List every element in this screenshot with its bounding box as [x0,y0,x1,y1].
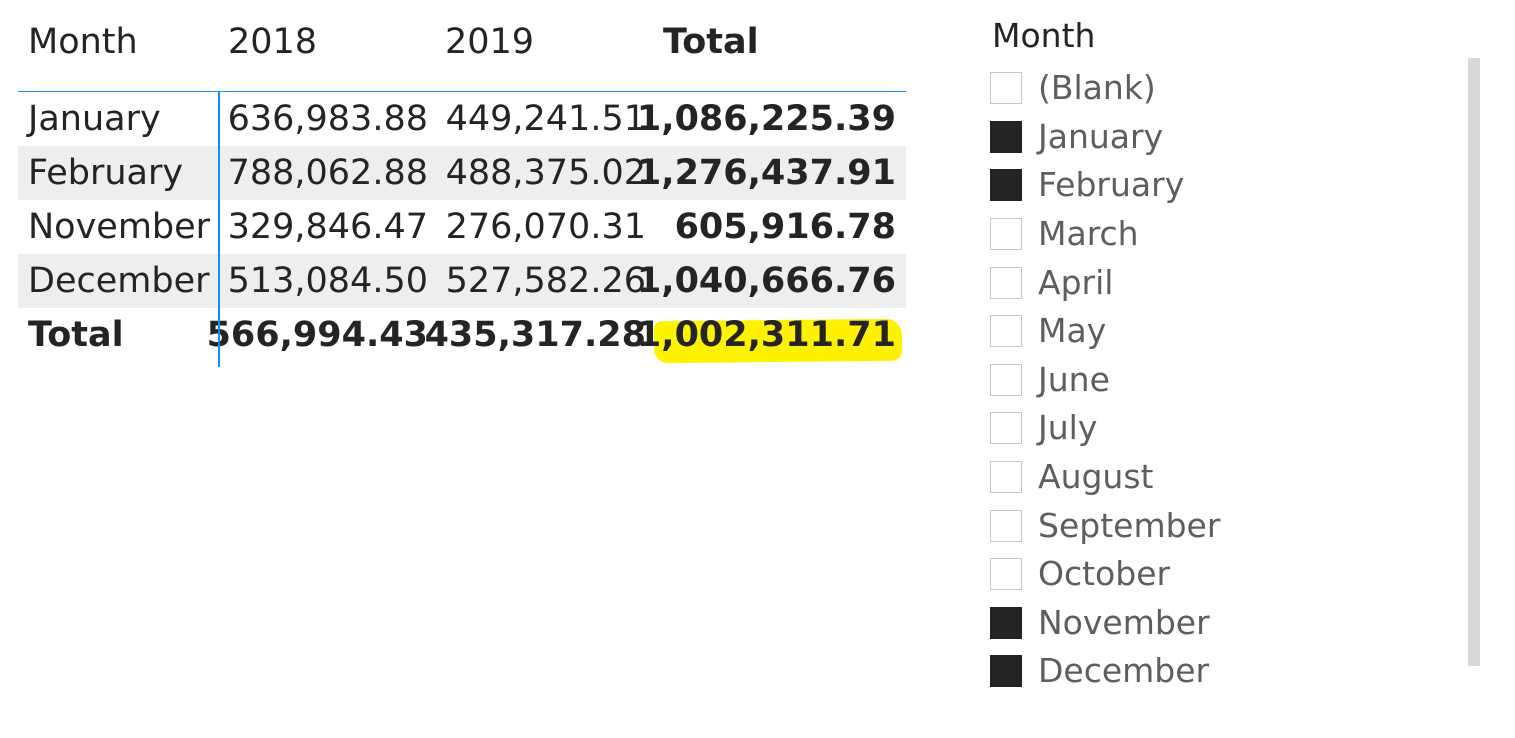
grand-total-row: Total 566,994.43 435,317.28 1,002,311.71 [18,308,906,362]
slicer-item-label: November [1038,602,1210,642]
grand-total-value: 1,002,311.71 [636,315,896,355]
slicer-title: Month [992,16,1096,55]
slicer-item-label: December [1038,651,1210,691]
slicer-item-label: March [1038,214,1139,254]
checkbox[interactable] [990,558,1022,591]
total-row-label: Total [28,315,124,355]
cell-2018-value: 636,983.88 [227,99,428,139]
row-header-month[interactable]: November [28,200,210,254]
row-header-month[interactable]: December [28,254,210,308]
cell-2019-value: 449,241.51 [445,99,646,139]
cell-total-value: 1,276,437.91 [636,153,896,193]
table-row: December 513,084.50 527,582.26 1,040,666… [18,254,906,308]
checkbox[interactable] [990,363,1022,396]
slicer-item-january[interactable]: January [990,113,1220,162]
row-header-divider [218,92,220,367]
slicer-item-label: September [1038,505,1221,545]
row-header-month[interactable]: January [28,92,161,146]
cell-2018-value: 788,062.88 [227,153,428,193]
slicer-item-label: July [1038,408,1098,448]
slicer-item-label: (Blank) [1038,68,1156,108]
slicer-item-february[interactable]: February [990,161,1220,210]
checkbox[interactable] [990,218,1022,251]
slicer-item-may[interactable]: May [990,307,1220,356]
row-header-month[interactable]: February [28,146,183,200]
checkbox[interactable] [990,169,1022,202]
checkbox[interactable] [990,461,1022,494]
month-slicer: Month (Blank) January February March Apr… [990,14,1490,714]
slicer-item-october[interactable]: October [990,550,1220,599]
slicer-item-label: October [1038,554,1171,594]
cell-2019-value: 276,070.31 [445,207,646,247]
slicer-item-july[interactable]: July [990,404,1220,453]
checkbox[interactable] [990,606,1022,639]
slicer-item-august[interactable]: August [990,453,1220,502]
checkbox[interactable] [990,509,1022,542]
checkbox[interactable] [990,315,1022,348]
slicer-item-label: June [1038,359,1110,399]
slicer-item-december[interactable]: December [990,647,1220,696]
cell-total-value: 1,086,225.39 [636,99,896,139]
slicer-item-june[interactable]: June [990,356,1220,405]
total-2019-value: 435,317.28 [424,315,646,355]
slicer-list: (Blank) January February March April May… [990,64,1220,696]
slicer-item-label: April [1038,262,1114,302]
slicer-item-april[interactable]: April [990,258,1220,307]
column-header-total[interactable]: Total [663,14,759,70]
cell-2018-value: 329,846.47 [227,207,428,247]
slicer-scrollbar[interactable] [1468,58,1480,666]
checkbox[interactable] [990,412,1022,445]
column-header-month[interactable]: Month [28,14,138,70]
cell-2019-value: 488,375.02 [445,153,646,193]
checkbox[interactable] [990,655,1022,688]
checkbox[interactable] [990,120,1022,153]
column-header-2018[interactable]: 2018 [228,14,317,70]
table-row: November 329,846.47 276,070.31 605,916.7… [18,200,906,254]
total-2018-value: 566,994.43 [206,315,428,355]
slicer-item-march[interactable]: March [990,210,1220,259]
table-row: January 636,983.88 449,241.51 1,086,225.… [18,92,906,146]
cell-total-value: 1,040,666.76 [636,261,896,301]
checkbox[interactable] [990,72,1022,105]
slicer-item-label: May [1038,311,1107,351]
cell-total-value: 605,916.78 [674,207,896,247]
column-header-2019[interactable]: 2019 [445,14,534,70]
slicer-item-blank[interactable]: (Blank) [990,64,1220,113]
matrix-header-row: Month 2018 2019 Total [18,14,906,92]
slicer-item-november[interactable]: November [990,599,1220,648]
slicer-item-label: August [1038,457,1154,497]
cell-2019-value: 527,582.26 [445,261,646,301]
slicer-item-label: February [1038,165,1185,205]
cell-2018-value: 513,084.50 [227,261,428,301]
table-row: February 788,062.88 488,375.02 1,276,437… [18,146,906,200]
slicer-item-september[interactable]: September [990,501,1220,550]
checkbox[interactable] [990,266,1022,299]
matrix-visual: Month 2018 2019 Total January 636,983.88… [18,14,906,367]
slicer-item-label: January [1038,116,1164,156]
